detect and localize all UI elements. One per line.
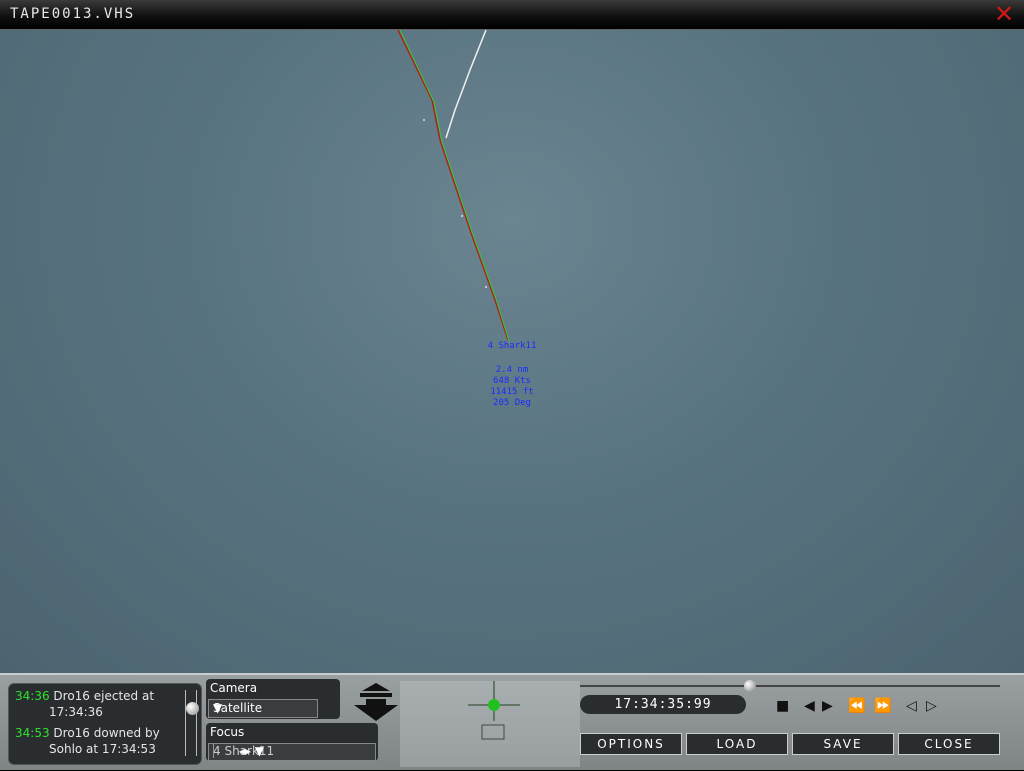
stop-icon[interactable]: ■	[776, 695, 789, 717]
camera-label: Camera	[210, 681, 258, 695]
title-bar: TAPE0013.VHS ✕	[0, 0, 1024, 30]
zoom-bar-icon	[360, 693, 392, 697]
event-text: Dro16 downed by	[53, 726, 160, 740]
close-icon[interactable]: ✕	[992, 2, 1016, 26]
load-button[interactable]: Load	[686, 733, 788, 755]
close-button[interactable]: Close	[898, 733, 1000, 755]
fast-forward-icon[interactable]: ⏩	[874, 695, 891, 717]
replay-viewport[interactable]: 4 Shark11 2.4 nm 648 Kts 11415 ft 205 De…	[0, 30, 1024, 673]
event-text: 17:34:36	[49, 705, 103, 719]
aircraft-track-red	[397, 30, 509, 341]
timeline-track[interactable]	[580, 685, 1000, 687]
track-dot	[461, 215, 463, 217]
event-text: Dro16 ejected at	[53, 689, 155, 703]
options-button[interactable]: Options	[580, 733, 682, 755]
next-frame-icon[interactable]: ▷	[926, 695, 937, 717]
event-entry: 34:36 Dro16 ejected at 17:34:36	[15, 688, 181, 720]
aircraft-altitude: 11415 ft	[490, 387, 534, 397]
event-entry: 34:53 Dro16 downed by Sohlo at 17:34:53	[15, 725, 181, 757]
save-button[interactable]: Save	[792, 733, 894, 755]
event-scroll-knob[interactable]	[186, 702, 199, 715]
aircraft-label: 4 Shark11 2.4 nm 648 Kts 11415 ft 205 De…	[472, 341, 552, 409]
contrail-track-white	[445, 30, 487, 139]
rewind-icon[interactable]: ⏪	[848, 695, 865, 717]
aircraft-range: 2.4 nm	[495, 365, 529, 375]
crosshair-icon	[488, 699, 500, 711]
event-log: 34:36 Dro16 ejected at 17:34:36 34:53 Dr…	[8, 683, 202, 765]
prev-frame-icon[interactable]: ◁	[906, 695, 917, 717]
hud-overlay	[400, 681, 580, 767]
aircraft-speed: 648 Kts	[493, 376, 531, 386]
aircraft-heading: 205 Deg	[493, 398, 531, 408]
focus-select[interactable]: 4 Shark11 ◂▸ ▼	[208, 743, 376, 761]
play-icon[interactable]: ▶	[822, 695, 833, 717]
event-time: 34:53	[15, 726, 50, 740]
chevron-down-icon: ▼	[213, 701, 223, 715]
camera-zoom-arrows[interactable]	[352, 681, 400, 727]
timeline-knob[interactable]	[744, 680, 756, 692]
event-scrollbar[interactable]	[185, 690, 197, 756]
focus-group: Focus 4 Shark11 ◂▸ ▼	[206, 723, 378, 761]
control-panel: 34:36 Dro16 ejected at 17:34:36 34:53 Dr…	[0, 673, 1024, 770]
focus-cycle-controls[interactable]: ◂▸ ▼	[213, 744, 264, 758]
playback-time: 17:34:35:99	[580, 695, 746, 714]
camera-select[interactable]: Satellite ▼	[208, 699, 318, 718]
track-dot	[423, 119, 425, 121]
track-dot	[485, 286, 487, 288]
camera-group: Camera Satellite ▼	[206, 679, 340, 719]
window-title: TAPE0013.VHS	[10, 6, 136, 22]
step-back-icon[interactable]: ◀	[804, 695, 815, 717]
event-text: Sohlo at 17:34:53	[49, 742, 156, 756]
playback-controls: ■ ◀ ▶ ⏪ ⏩ ◁ ▷	[770, 695, 1000, 717]
aircraft-name: 4 Shark11	[487, 341, 537, 351]
zoom-up-icon	[362, 683, 390, 691]
focus-label: Focus	[210, 725, 245, 739]
event-time: 34:36	[15, 689, 50, 703]
zoom-down-icon	[354, 699, 398, 721]
